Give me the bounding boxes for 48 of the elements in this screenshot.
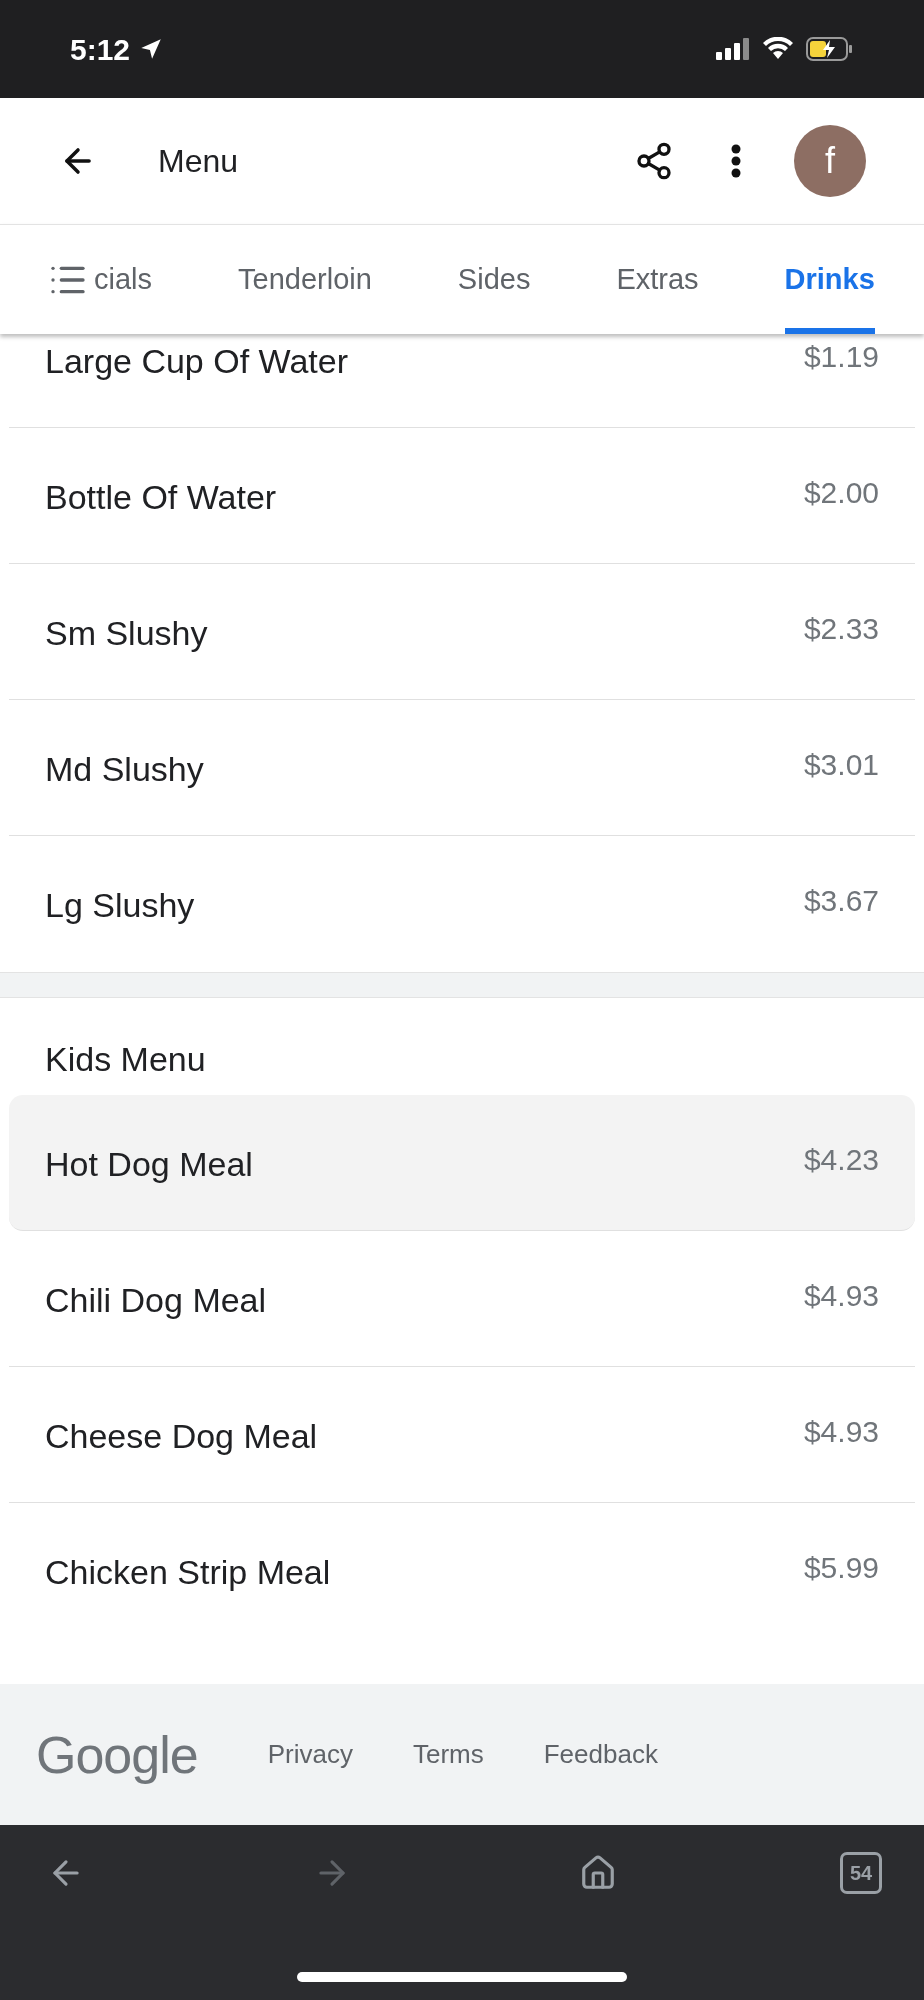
item-name: Cheese Dog Meal	[45, 1416, 318, 1457]
item-price: $4.93	[803, 1278, 879, 1314]
footer-link[interactable]: Feedback	[543, 1735, 658, 1774]
category-tab[interactable]: Tenderloin	[238, 225, 372, 334]
item-price: $3.67	[803, 883, 879, 919]
wifi-icon	[762, 37, 794, 61]
home-icon	[579, 1854, 617, 1892]
menu-item[interactable]: Chili Dog Meal $4.93	[9, 1231, 915, 1367]
item-name: Chicken Strip Meal	[45, 1552, 331, 1593]
section-heading: Kids Menu	[44, 1039, 207, 1080]
item-name: Hot Dog Meal	[45, 1144, 253, 1185]
menu-item[interactable]: Bottle Of Water $2.00	[9, 428, 915, 564]
item-name: Chili Dog Meal	[45, 1280, 267, 1321]
google-logo: Google	[36, 1724, 198, 1786]
clock-time: 5:12	[70, 31, 131, 68]
item-price: $4.23	[803, 1142, 879, 1178]
item-name: Lg Slushy	[45, 885, 195, 926]
menu-item[interactable]: Hot Dog Meal $4.23	[9, 1095, 915, 1231]
item-name: Large Cup Of Water	[45, 341, 348, 382]
menu-item[interactable]: Chicken Strip Meal $5.99	[9, 1503, 915, 1639]
menu-item[interactable]: Md Slushy $3.01	[9, 700, 915, 836]
account-avatar[interactable]: f	[794, 125, 866, 197]
page-title: Menu	[158, 142, 239, 181]
item-price: $5.99	[803, 1550, 879, 1586]
menu-item[interactable]: Sm Slushy $2.33	[9, 564, 915, 700]
menu-item[interactable]: Large Cup Of Water $1.19	[9, 334, 915, 428]
footer-link[interactable]: Terms	[412, 1735, 484, 1774]
menu-item[interactable]: Cheese Dog Meal $4.93	[9, 1367, 915, 1503]
tab-count-button[interactable]: 54	[840, 1852, 882, 1894]
category-tab[interactable]: Extras	[616, 225, 699, 334]
category-tab[interactable]: cials	[94, 225, 152, 334]
footer-link[interactable]: Privacy	[267, 1735, 353, 1774]
item-price: $3.01	[803, 747, 879, 783]
more-icon	[731, 144, 741, 178]
item-price: $2.33	[803, 611, 879, 647]
share-icon	[634, 141, 674, 181]
item-price: $4.93	[803, 1414, 879, 1450]
item-name: Bottle Of Water	[45, 477, 277, 518]
item-name: Md Slushy	[45, 749, 204, 790]
category-list-button[interactable]	[0, 225, 94, 334]
menu-item[interactable]: Lg Slushy $3.67	[9, 836, 915, 972]
battery-icon	[806, 37, 854, 61]
category-tab[interactable]: Drinks	[784, 225, 875, 334]
item-price: $1.19	[803, 339, 879, 375]
signal-icon	[716, 38, 750, 60]
category-tab[interactable]: Sides	[457, 225, 531, 334]
item-price: $2.00	[803, 475, 879, 511]
item-name: Sm Slushy	[45, 613, 208, 654]
